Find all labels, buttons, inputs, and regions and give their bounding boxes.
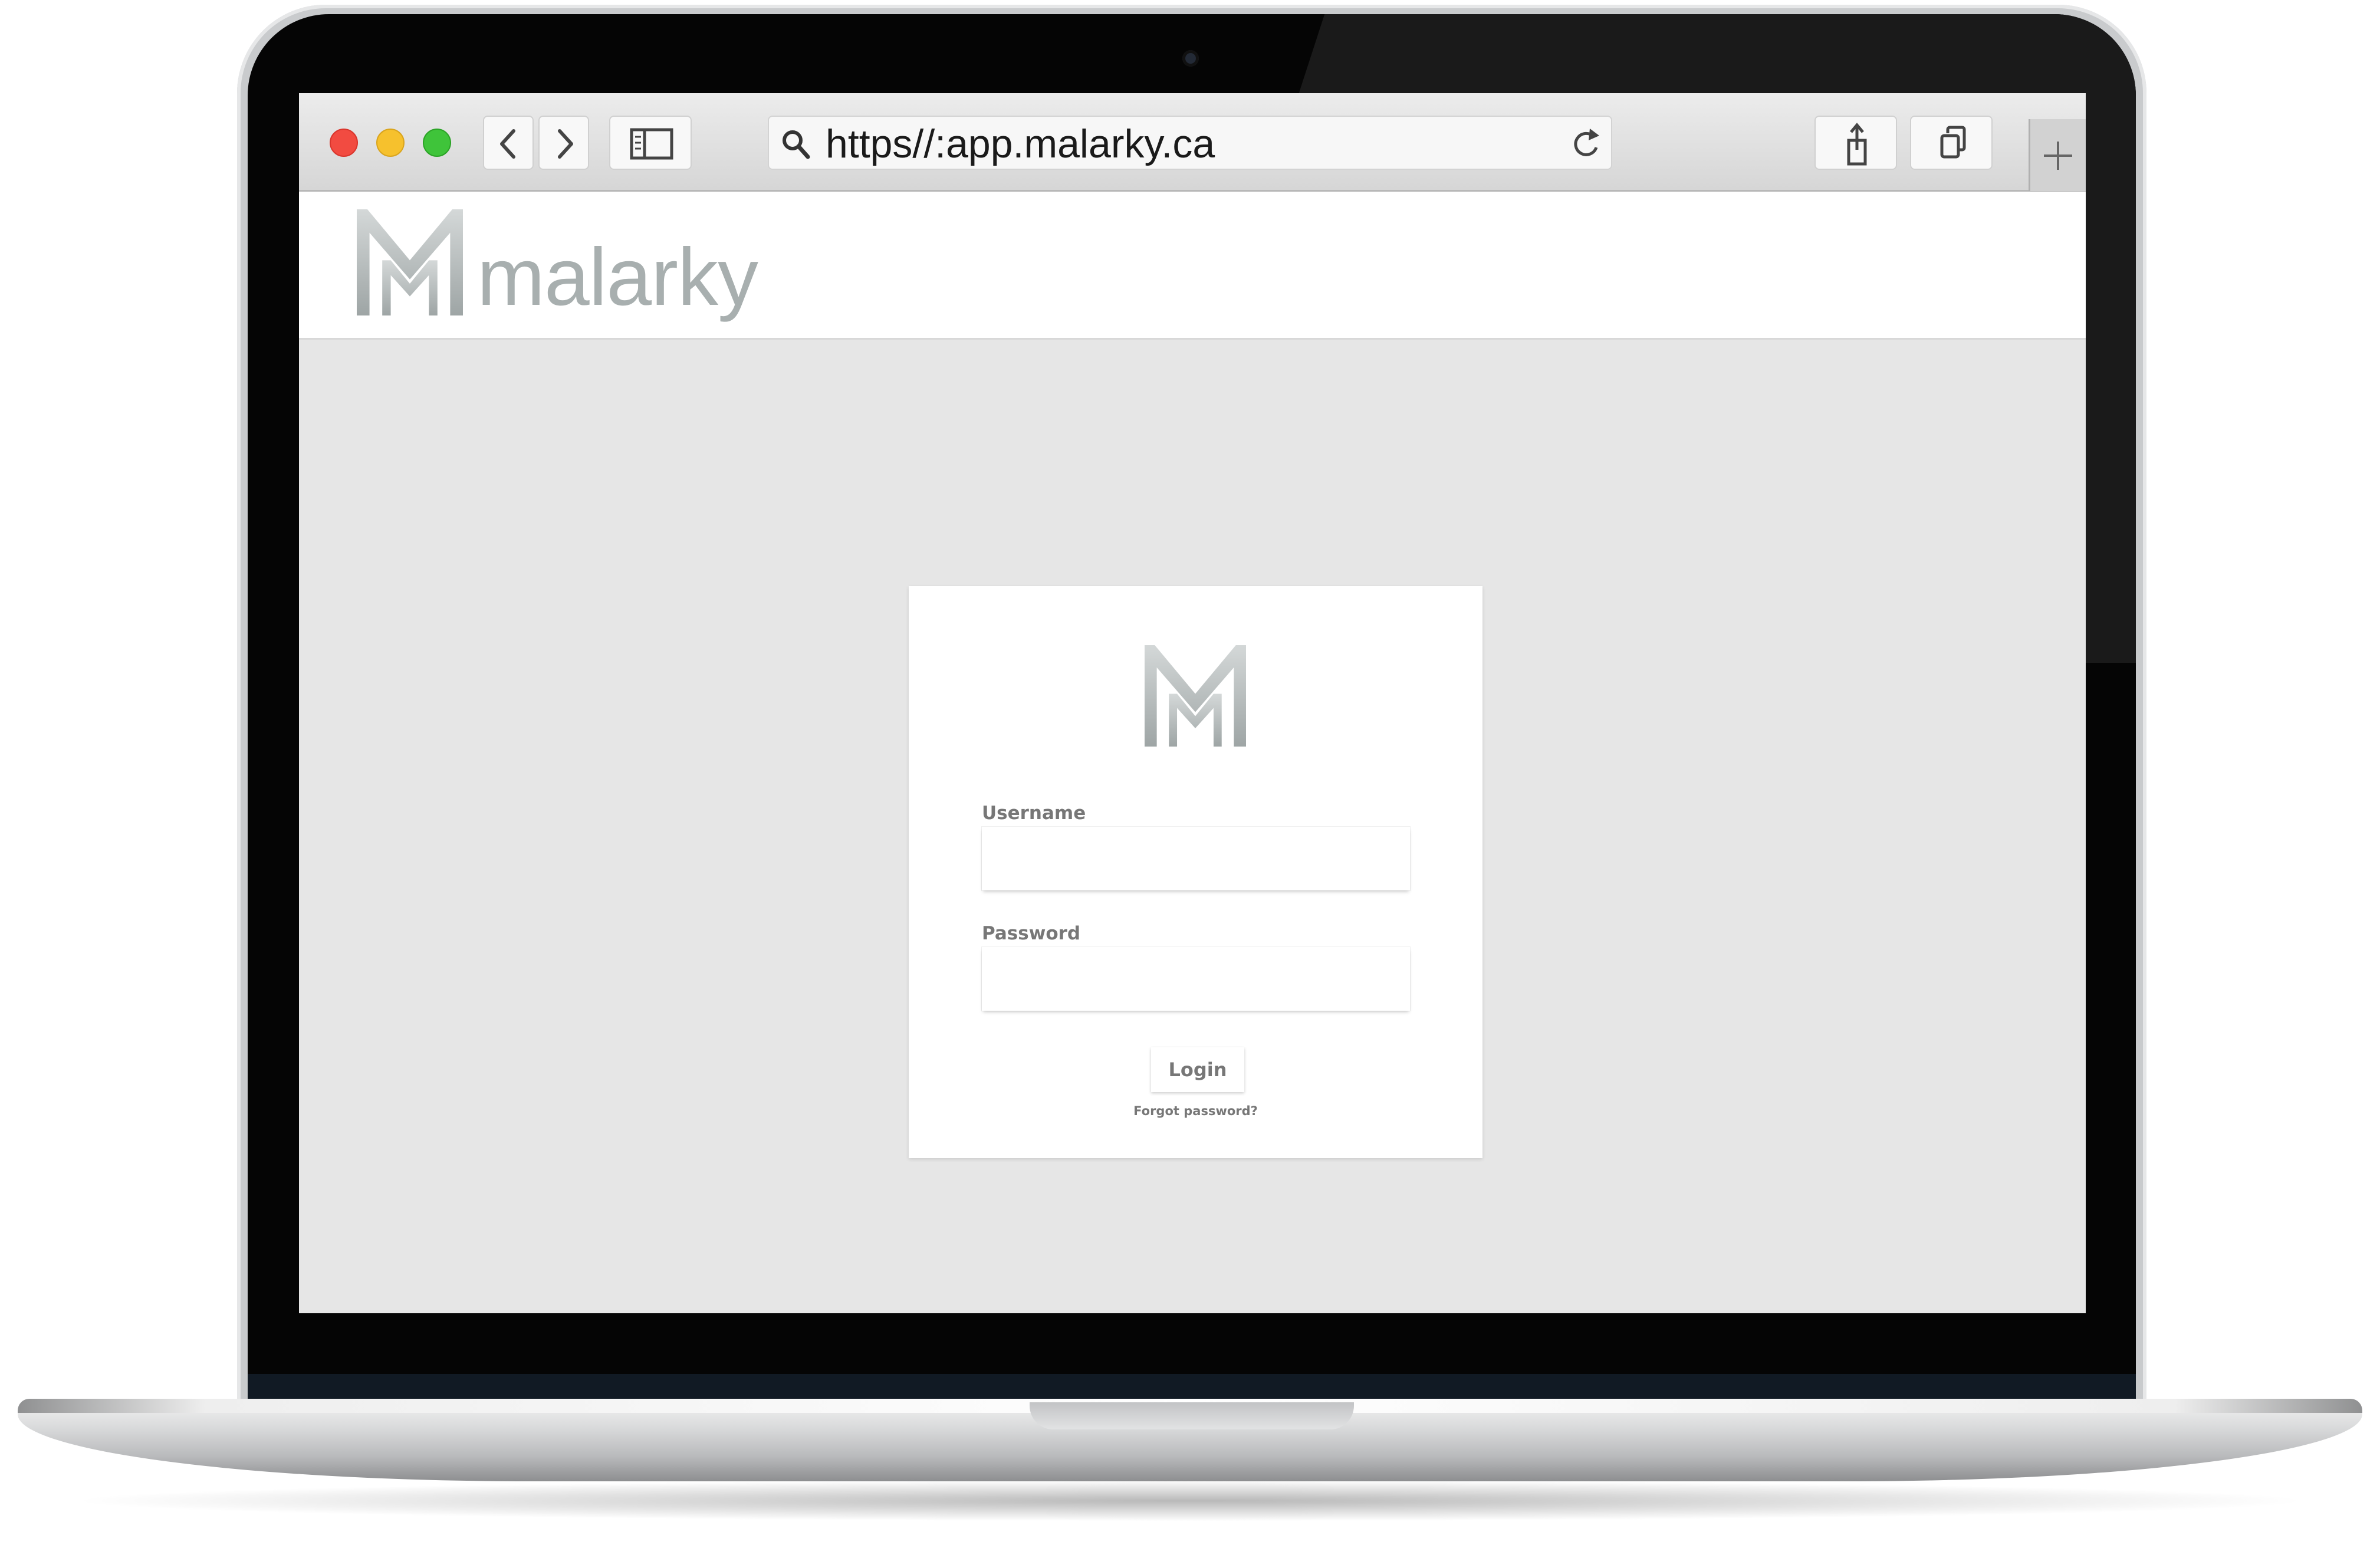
laptop-notch — [1030, 1402, 1354, 1429]
url-text: https//:app.malarky.ca — [826, 121, 1215, 166]
camera-icon — [1182, 50, 1199, 67]
malarky-logo-icon — [1145, 645, 1246, 747]
username-label: Username — [982, 803, 1086, 824]
reload-icon[interactable] — [1566, 123, 1605, 164]
forward-button[interactable] — [538, 116, 589, 170]
password-label: Password — [982, 923, 1081, 944]
forgot-password-link[interactable]: Forgot password? — [909, 1104, 1482, 1118]
site-header: malarky — [299, 192, 2086, 340]
laptop-shadow — [65, 1480, 2315, 1521]
malarky-logo-icon — [357, 209, 463, 315]
laptop-mockup: https//:app.malarky.ca malarky Username … — [0, 0, 2380, 1568]
login-card: Username Password Login Forgot password? — [909, 586, 1482, 1158]
search-icon — [783, 130, 810, 159]
chevron-left-icon — [500, 129, 515, 159]
sidebar-button[interactable] — [609, 116, 692, 170]
share-icon — [1847, 123, 1867, 166]
password-input[interactable] — [982, 947, 1410, 1011]
browser-window: https//:app.malarky.ca malarky Username … — [299, 93, 2086, 1313]
new-tab-button[interactable] — [2029, 119, 2086, 191]
plus-icon — [2044, 142, 2072, 170]
brand-name: malarky — [477, 232, 758, 323]
share-button[interactable] — [1814, 116, 1897, 170]
tabs-icon — [1940, 126, 1966, 159]
sidebar-icon — [630, 128, 673, 160]
minimize-window-button[interactable] — [376, 129, 405, 157]
username-input[interactable] — [982, 827, 1410, 890]
tabs-button[interactable] — [1910, 116, 1993, 170]
address-bar[interactable]: https//:app.malarky.ca — [768, 116, 1612, 170]
browser-toolbar: https//:app.malarky.ca — [299, 93, 2086, 192]
login-button[interactable]: Login — [1151, 1047, 1244, 1092]
maximize-window-button[interactable] — [423, 129, 451, 157]
back-button[interactable] — [483, 116, 534, 170]
chevron-right-icon — [558, 129, 573, 159]
close-window-button[interactable] — [330, 129, 358, 157]
